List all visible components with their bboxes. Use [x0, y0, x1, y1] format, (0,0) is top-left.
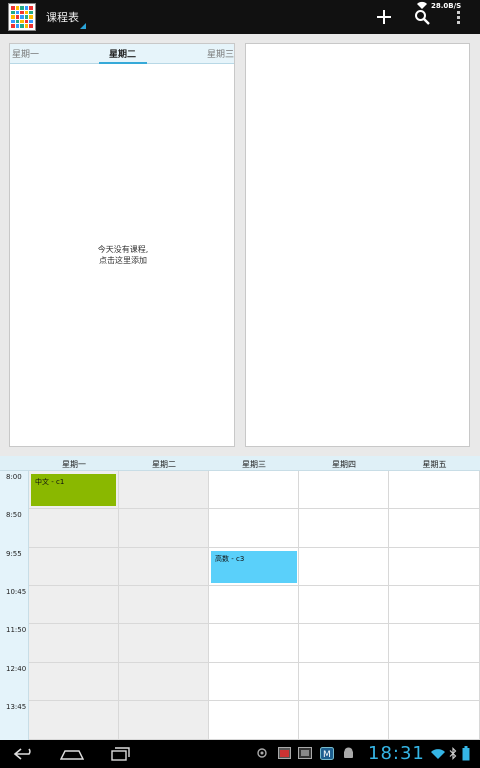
- schedule-cell[interactable]: [119, 701, 209, 740]
- schedule-cell[interactable]: [299, 663, 389, 701]
- schedule-cell[interactable]: [119, 471, 209, 509]
- day-header-wed: 星期三: [242, 460, 266, 469]
- day-header-fri: 星期五: [422, 460, 447, 469]
- svg-text:M: M: [323, 750, 331, 760]
- system-clock: 18:31: [368, 743, 425, 764]
- time-label: 8:00: [6, 473, 22, 481]
- day-panel: 星期一 星期二 星期三 今天没有课程, 点击这里添加: [9, 43, 235, 447]
- tab-current-day[interactable]: 星期二: [109, 47, 136, 60]
- app-title[interactable]: 课程表: [46, 9, 79, 25]
- wifi-icon: [417, 1, 427, 9]
- empty-message-line1: 今天没有课程,: [97, 245, 149, 254]
- home-button[interactable]: [60, 745, 84, 763]
- recent-apps-button[interactable]: [110, 745, 132, 763]
- schedule-cell[interactable]: [119, 548, 209, 586]
- schedule-notification-icon: [298, 747, 312, 759]
- schedule-cell[interactable]: [29, 663, 119, 701]
- schedule-cell[interactable]: [209, 663, 299, 701]
- empty-day-message[interactable]: 今天没有课程, 点击这里添加: [10, 244, 236, 266]
- schedule-cell[interactable]: [389, 548, 480, 586]
- day-tab-strip: 星期一 星期二 星期三: [10, 44, 234, 64]
- course-label: 中文 - c1: [35, 478, 65, 486]
- tab-indicator: [99, 62, 147, 64]
- time-label: 11:50: [6, 626, 27, 634]
- network-speed: 28.0B/S: [431, 2, 462, 10]
- schedule-cell[interactable]: [209, 471, 299, 509]
- dropdown-caret-icon[interactable]: [80, 23, 86, 29]
- battery-icon: [462, 746, 470, 761]
- schedule-cell[interactable]: [209, 624, 299, 663]
- schedule-cell[interactable]: [389, 624, 480, 663]
- time-label: 10:45: [6, 588, 27, 596]
- detail-panel: [245, 43, 470, 447]
- tab-next-day[interactable]: 星期三: [207, 47, 234, 60]
- schedule-cell[interactable]: [299, 548, 389, 586]
- schedule-cell[interactable]: [299, 701, 389, 740]
- schedule-cell[interactable]: [29, 624, 119, 663]
- android-debug-icon: [344, 747, 353, 758]
- schedule-cell[interactable]: [119, 624, 209, 663]
- schedule-cell[interactable]: [119, 663, 209, 701]
- schedule-cell[interactable]: [389, 663, 480, 701]
- back-icon: [13, 748, 31, 760]
- schedule-cell[interactable]: [299, 471, 389, 509]
- add-course-button[interactable]: [370, 4, 398, 30]
- system-nav-bar: M 18:31: [0, 740, 480, 768]
- time-column: 8:00 8:50 9:55 10:45 11:50 12:40 13:45: [0, 471, 29, 740]
- home-icon: [60, 750, 84, 760]
- schedule-cell[interactable]: [119, 509, 209, 548]
- action-bar: 课程表 28.0B/S: [0, 0, 480, 34]
- plus-icon: [377, 10, 391, 24]
- schedule-cell[interactable]: [29, 548, 119, 586]
- schedule-cell[interactable]: [119, 586, 209, 624]
- overflow-menu-icon[interactable]: [457, 11, 461, 27]
- schedule-cell[interactable]: [29, 701, 119, 740]
- schedule-cell[interactable]: [389, 471, 480, 509]
- recent-apps-icon: [111, 747, 130, 761]
- schedule-cell[interactable]: [389, 586, 480, 624]
- day-header-thu: 星期四: [332, 460, 356, 469]
- schedule-cell[interactable]: [389, 701, 480, 740]
- back-button[interactable]: [12, 745, 36, 763]
- time-label: 12:40: [6, 665, 27, 673]
- course-label: 高数 - c3: [215, 555, 245, 563]
- app-notification-icon: M: [320, 747, 334, 760]
- schedule-cell[interactable]: [299, 586, 389, 624]
- search-icon: [415, 10, 430, 25]
- tab-previous-day[interactable]: 星期一: [12, 47, 39, 60]
- schedule-cell[interactable]: [29, 586, 119, 624]
- course-block[interactable]: 中文 - c1: [31, 474, 116, 506]
- time-label: 9:55: [6, 550, 22, 558]
- week-grid: 星期一 星期二 星期三 星期四 星期五 8:00 8:50 9:55 10:45…: [0, 456, 480, 740]
- week-header: 星期一 星期二 星期三 星期四 星期五: [0, 456, 480, 471]
- empty-message-line2: 点击这里添加: [99, 256, 147, 265]
- schedule-cell[interactable]: [29, 509, 119, 548]
- schedule-cell[interactable]: [209, 701, 299, 740]
- calendar-notification-icon: [278, 747, 291, 759]
- course-block[interactable]: 高数 - c3: [211, 551, 297, 583]
- time-label: 8:50: [6, 511, 22, 519]
- app-icon[interactable]: [8, 3, 36, 31]
- gps-icon: [257, 748, 267, 758]
- day-header-tue: 星期二: [152, 460, 176, 469]
- schedule-cell[interactable]: [209, 509, 299, 548]
- bluetooth-icon: [449, 747, 457, 760]
- day-header-mon: 星期一: [62, 460, 86, 469]
- wifi-signal-icon: [431, 749, 445, 759]
- schedule-cell[interactable]: [299, 509, 389, 548]
- schedule-cell[interactable]: [389, 509, 480, 548]
- schedule-cell[interactable]: [209, 586, 299, 624]
- time-label: 13:45: [6, 703, 27, 711]
- schedule-cell[interactable]: [299, 624, 389, 663]
